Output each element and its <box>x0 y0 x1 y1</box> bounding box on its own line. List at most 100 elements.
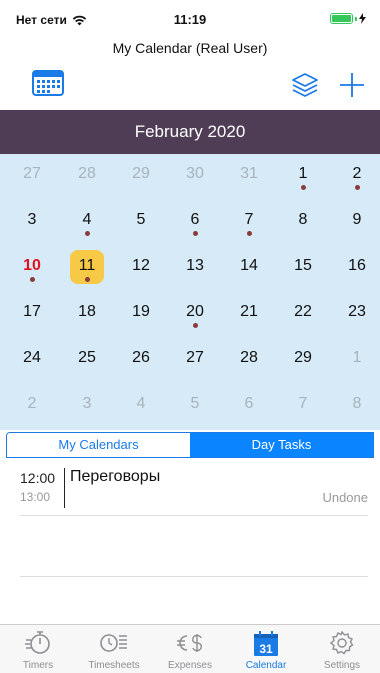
day-cell[interactable]: 28 <box>222 338 276 384</box>
day-cell[interactable]: 14 <box>222 246 276 292</box>
layers-icon[interactable] <box>290 70 320 105</box>
day-cell[interactable]: 2 <box>330 154 380 200</box>
day-cell[interactable]: 24 <box>5 338 59 384</box>
day-number: 23 <box>348 303 366 320</box>
tab-timers[interactable]: Timers <box>0 625 76 673</box>
event-dot <box>192 323 198 328</box>
timesheet-icon <box>100 634 127 652</box>
day-number: 7 <box>244 211 254 228</box>
day-cell[interactable]: 1 <box>276 154 330 200</box>
expenses-icon <box>177 634 202 652</box>
tab-my-calendars[interactable]: My Calendars <box>7 433 190 457</box>
day-number: 20 <box>186 303 204 320</box>
tab-label: Timers <box>22 660 54 671</box>
day-number: 28 <box>240 349 258 366</box>
status-bar: Нет сети 11:19 <box>0 0 380 34</box>
tab-settings[interactable]: Settings <box>304 625 380 673</box>
calendar-badge: 31 <box>259 642 273 656</box>
day-number: 2 <box>27 395 37 412</box>
day-number: 10 <box>23 257 41 274</box>
day-cell[interactable]: 1 <box>330 338 380 384</box>
day-number: 27 <box>186 349 204 366</box>
day-cell[interactable]: 13 <box>168 246 222 292</box>
day-number: 14 <box>240 257 258 274</box>
event-dot <box>354 185 360 190</box>
day-cell[interactable]: 5 <box>114 200 168 246</box>
month-title[interactable]: February 2020 <box>0 110 380 154</box>
event-dot <box>29 277 35 282</box>
day-cell[interactable]: 16 <box>330 246 380 292</box>
day-number: 22 <box>294 303 312 320</box>
day-cell[interactable]: 29 <box>276 338 330 384</box>
day-number: 3 <box>82 395 92 412</box>
tab-label: Timesheets <box>88 660 140 671</box>
day-cell[interactable]: 12 <box>114 246 168 292</box>
event-row[interactable]: 12:00 13:00 Переговоры Undone <box>20 466 368 516</box>
gear-icon <box>329 630 354 655</box>
day-cell[interactable]: 19 <box>114 292 168 338</box>
day-cell[interactable]: 18 <box>60 292 114 338</box>
day-cell[interactable]: 26 <box>114 338 168 384</box>
day-cell[interactable]: 29 <box>114 154 168 200</box>
tab-label: Expenses <box>168 660 212 671</box>
day-number: 29 <box>132 165 150 182</box>
charging-icon <box>359 13 366 24</box>
day-cell[interactable]: 5 <box>168 384 222 430</box>
event-dot <box>246 231 252 236</box>
day-cell[interactable]: 4 <box>60 200 114 246</box>
day-cell-today[interactable]: 11 <box>60 246 114 292</box>
day-cell[interactable]: 10 <box>5 246 59 292</box>
calendar-grid: 27 28 29 30 31 1 2 3 4 5 6 7 8 9 10 11 12 13 14 15 16 17 18 19 2… <box>0 154 380 430</box>
day-cell[interactable]: 17 <box>5 292 59 338</box>
day-cell[interactable]: 21 <box>222 292 276 338</box>
day-cell[interactable]: 9 <box>330 200 380 246</box>
day-cell[interactable]: 7 <box>222 200 276 246</box>
list-separator <box>20 576 368 577</box>
battery-indicator <box>330 13 366 24</box>
stopwatch-icon <box>25 631 50 654</box>
day-cell[interactable]: 2 <box>5 384 59 430</box>
day-cell[interactable]: 27 <box>5 154 59 200</box>
day-cell[interactable]: 3 <box>5 200 59 246</box>
day-number: 18 <box>78 303 96 320</box>
day-cell[interactable]: 7 <box>276 384 330 430</box>
day-cell[interactable]: 25 <box>60 338 114 384</box>
day-cell[interactable]: 27 <box>168 338 222 384</box>
calendar-icon: 31 <box>254 631 278 656</box>
day-cell[interactable]: 22 <box>276 292 330 338</box>
day-number: 13 <box>186 257 204 274</box>
tab-day-tasks[interactable]: Day Tasks <box>190 433 373 457</box>
day-cell[interactable]: 31 <box>222 154 276 200</box>
day-cell[interactable]: 6 <box>222 384 276 430</box>
day-number: 5 <box>190 395 200 412</box>
day-number: 17 <box>23 303 41 320</box>
day-cell[interactable]: 8 <box>276 200 330 246</box>
day-cell[interactable]: 28 <box>60 154 114 200</box>
day-cell[interactable]: 8 <box>330 384 380 430</box>
tab-timesheets[interactable]: Timesheets <box>76 625 152 673</box>
day-cell[interactable]: 30 <box>168 154 222 200</box>
day-number: 12 <box>132 257 150 274</box>
event-start-time: 12:00 <box>20 470 56 486</box>
day-number: 7 <box>298 395 308 412</box>
day-number: 19 <box>132 303 150 320</box>
day-number: 6 <box>190 211 200 228</box>
day-cell[interactable]: 6 <box>168 200 222 246</box>
day-number: 30 <box>186 165 204 182</box>
day-number: 8 <box>298 211 308 228</box>
tab-expenses[interactable]: Expenses <box>152 625 228 673</box>
tab-calendar[interactable]: 31 Calendar <box>228 625 304 673</box>
day-cell[interactable]: 15 <box>276 246 330 292</box>
day-cell[interactable]: 3 <box>60 384 114 430</box>
day-number: 16 <box>348 257 366 274</box>
plus-icon[interactable] <box>338 70 366 105</box>
day-number: 21 <box>240 303 258 320</box>
day-cell[interactable]: 20 <box>168 292 222 338</box>
battery-icon <box>330 13 353 24</box>
event-status: Undone <box>322 490 368 505</box>
calendar-grid-icon[interactable] <box>32 70 64 101</box>
day-cell[interactable]: 4 <box>114 384 168 430</box>
day-cell[interactable]: 23 <box>330 292 380 338</box>
view-segmented-control: My Calendars Day Tasks <box>6 432 374 458</box>
day-number: 1 <box>298 165 308 182</box>
